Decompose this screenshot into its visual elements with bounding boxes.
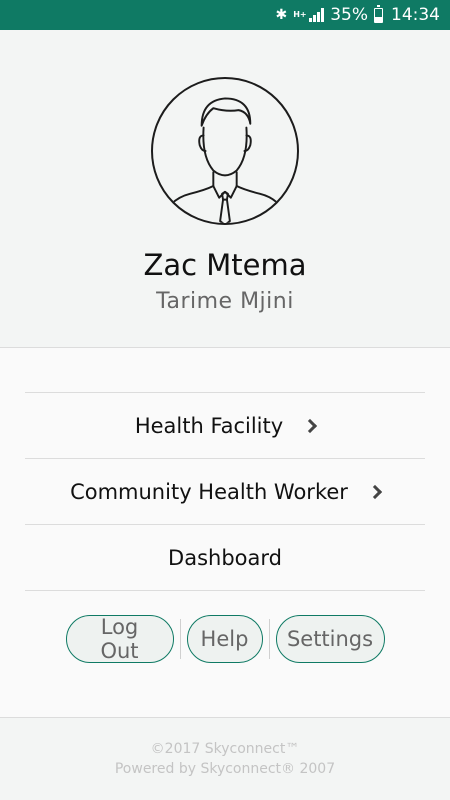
help-button[interactable]: Help	[186, 615, 263, 663]
divider	[268, 619, 270, 659]
footer: ©2017 Skyconnect™ Powered by Skyconnect®…	[0, 717, 450, 800]
menu-item-label: Community Health Worker	[70, 479, 348, 504]
settings-button[interactable]: Settings	[275, 615, 385, 663]
user-avatar-icon	[151, 77, 299, 225]
chevron-right-icon	[367, 484, 382, 499]
main-menu: Health Facility Community Health Worker …	[25, 392, 425, 591]
user-location: Tarime Mjini	[156, 289, 294, 314]
clock: 14:34	[391, 5, 440, 25]
network-type-icon: H+	[293, 10, 307, 19]
user-name: Zac Mtema	[143, 248, 307, 282]
action-buttons: Log Out Help Settings	[0, 615, 450, 663]
signal-icon	[309, 8, 325, 22]
logout-button[interactable]: Log Out	[65, 615, 174, 663]
status-bar: ✱ H+ 35% 14:34	[0, 0, 450, 30]
divider	[179, 619, 181, 659]
battery-icon	[374, 4, 383, 23]
bluetooth-icon: ✱	[275, 7, 288, 23]
battery-percent: 35%	[330, 5, 368, 25]
profile-header: Zac Mtema Tarime Mjini	[0, 30, 450, 348]
menu-item-label: Health Facility	[134, 413, 284, 438]
menu-item-health-facility[interactable]: Health Facility	[25, 393, 425, 459]
powered-by-text: Powered by Skyconnect® 2007	[114, 761, 336, 777]
menu-item-dashboard[interactable]: Dashboard	[25, 525, 425, 591]
menu-item-label: Dashboard	[168, 545, 282, 570]
chevron-right-icon	[303, 418, 318, 433]
menu-item-community-health-worker[interactable]: Community Health Worker	[25, 459, 425, 525]
copyright-text: ©2017 Skyconnect™	[150, 741, 300, 757]
